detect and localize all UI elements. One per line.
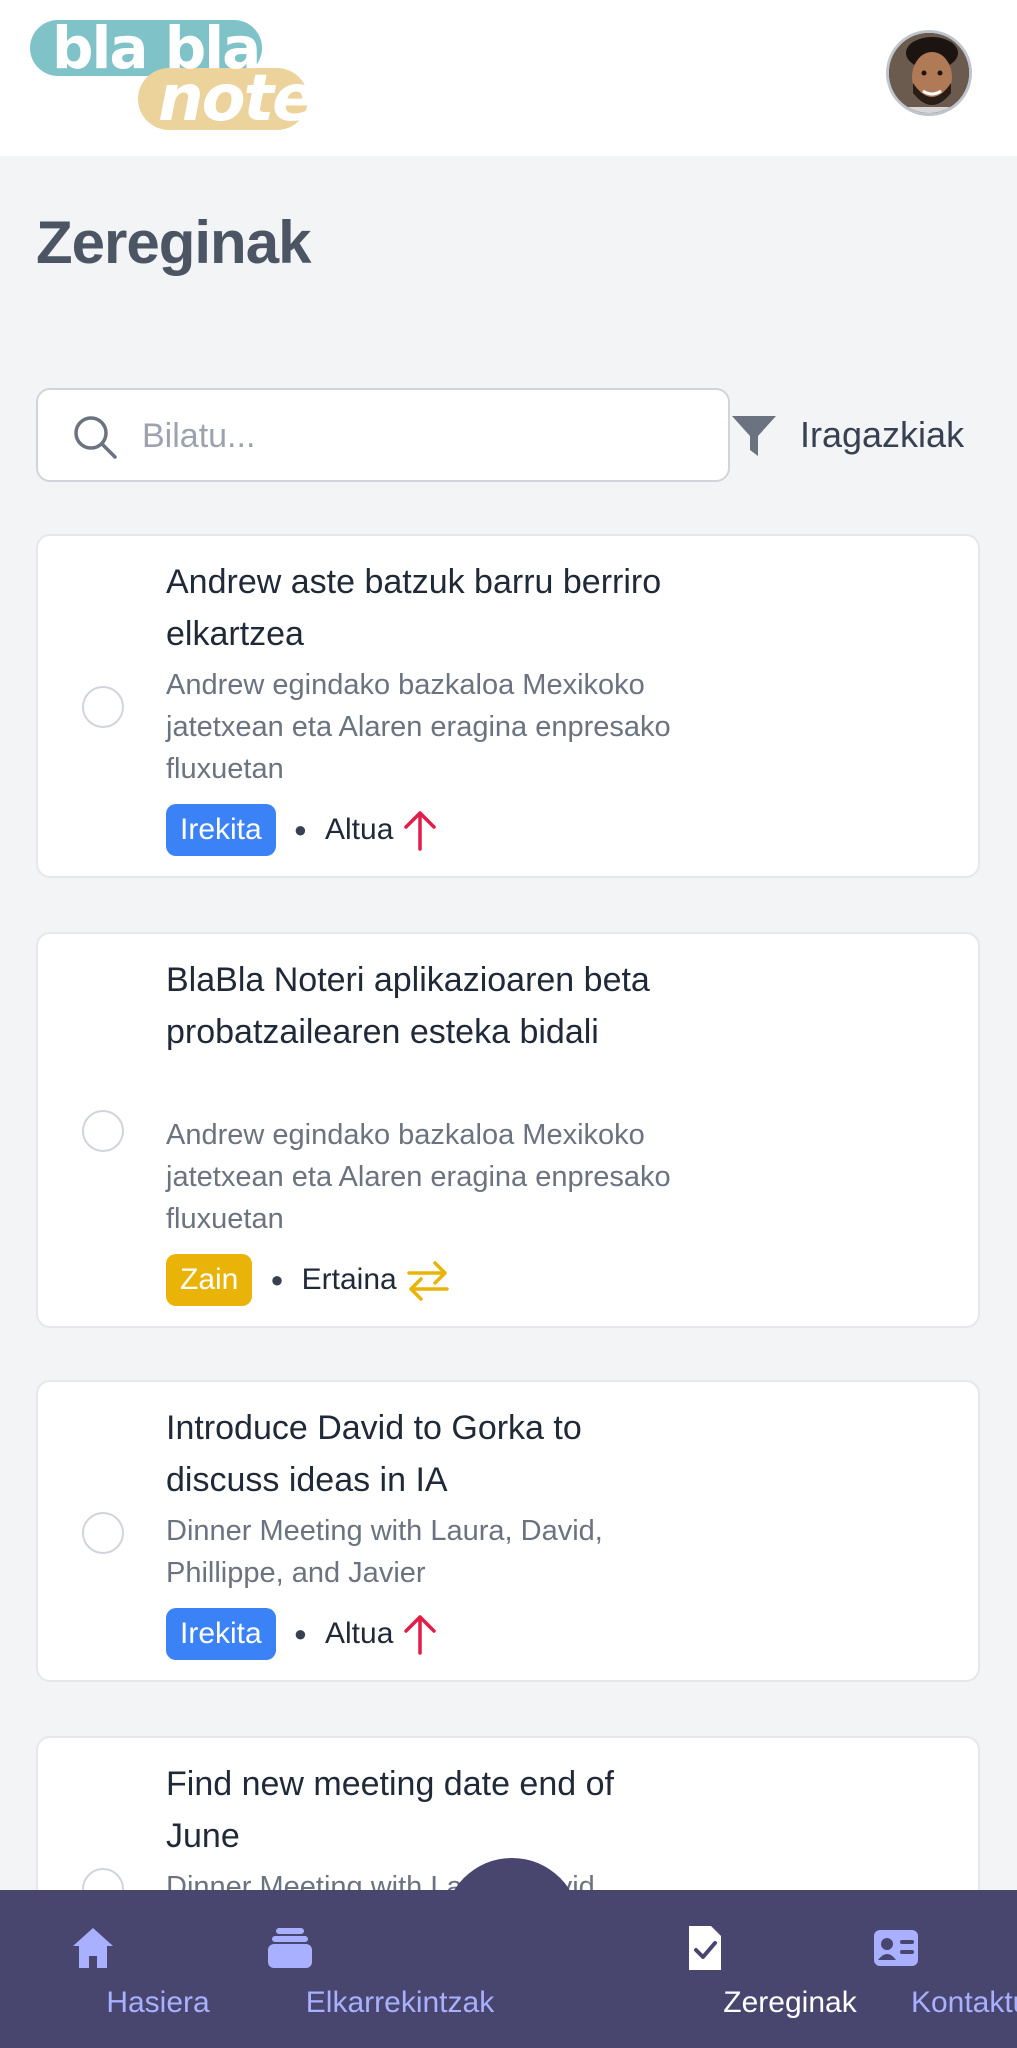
search-icon [74, 416, 117, 459]
contact-card-icon [874, 1930, 918, 1966]
home-icon [73, 1928, 113, 1968]
separator-dot: ● [270, 1267, 284, 1292]
search-box[interactable] [36, 388, 730, 482]
app-header: bla bla note [0, 0, 1017, 156]
nav-item-elkarrekintzak[interactable]: Elkarrekintzak [180, 1890, 494, 2048]
task-title: Find new meeting date end of June [166, 1765, 614, 1855]
arrow-up-icon [404, 1615, 437, 1655]
search-input[interactable] [142, 408, 702, 464]
nav-item-hasiera[interactable]: Hasiera [28, 1890, 210, 2048]
priority-label: Ertaina [301, 1263, 397, 1296]
task-description: Dinner Meeting with Laura, David, Philli… [166, 1515, 603, 1589]
status-badge: Zain [166, 1254, 253, 1306]
nav-label: Elkarrekintzak [305, 1986, 495, 2019]
task-meta: Irekita ● Altua [166, 804, 439, 856]
task-description: Andrew egindako bazkaloa Mexikoko jatetx… [166, 669, 671, 785]
filter-button[interactable]: Iragazkiak [730, 398, 990, 472]
task-card[interactable]: BlaBla Noteri aplikazioaren beta probatz… [36, 932, 980, 1328]
nav-label: Kontaktuak [910, 1986, 1017, 2019]
bottom-nav: Hasiera Elkarrekintzak Zereginak Kontakt… [0, 1890, 1017, 2048]
priority-label: Altua [325, 1617, 394, 1650]
task-icon [689, 1926, 721, 1970]
task-checkbox[interactable] [82, 686, 124, 728]
task-title: BlaBla Noteri aplikazioaren beta probatz… [166, 961, 650, 1051]
task-meta: Irekita ● Altua [166, 1608, 439, 1660]
nav-item-kontaktuak[interactable]: Kontaktuak [806, 1890, 1017, 2048]
page-title: Zereginak [36, 209, 311, 276]
task-checkbox[interactable] [82, 1110, 124, 1152]
task-description: Andrew egindako bazkaloa Mexikoko jatetx… [166, 1119, 671, 1235]
stack-icon [268, 1928, 312, 1968]
status-badge: Irekita [166, 1608, 276, 1660]
task-title: Introduce David to Gorka to discuss idea… [166, 1409, 582, 1499]
filter-label: Iragazkiak [800, 414, 965, 455]
task-title: Andrew aste batzuk barru berriro elkartz… [166, 563, 662, 653]
arrows-swap-icon [406, 1261, 449, 1301]
task-card[interactable]: Introduce David to Gorka to discuss idea… [36, 1380, 980, 1682]
task-checkbox[interactable] [82, 1512, 124, 1554]
avatar[interactable] [886, 30, 972, 116]
avatar-photo [889, 33, 969, 113]
app-logo[interactable]: bla bla note [30, 14, 316, 136]
separator-dot: ● [293, 817, 307, 842]
funnel-icon [732, 416, 776, 456]
status-badge: Irekita [166, 804, 276, 856]
task-card[interactable]: Andrew aste batzuk barru berriro elkartz… [36, 534, 980, 878]
task-meta: Zain ● Ertaina [166, 1254, 451, 1306]
separator-dot: ● [293, 1621, 307, 1646]
logo-text-line2: note [158, 62, 316, 136]
nav-item-zereginak[interactable]: Zereginak [620, 1890, 857, 2048]
priority-label: Altua [325, 813, 394, 846]
arrow-up-icon [404, 811, 437, 851]
